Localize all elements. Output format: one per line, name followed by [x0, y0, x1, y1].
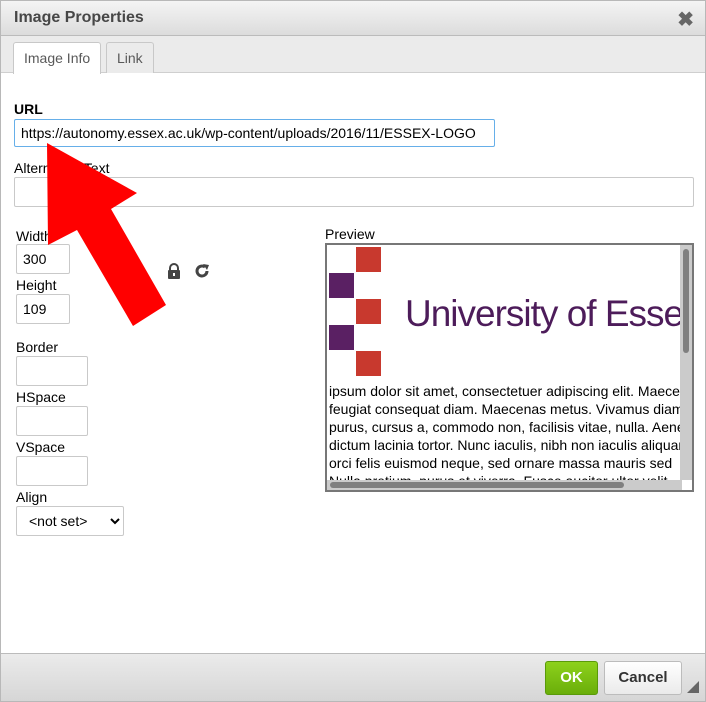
- lock-icon[interactable]: [166, 263, 182, 279]
- preview-line: feugiat consequat diam. Maecenas metus. …: [329, 401, 681, 417]
- close-icon[interactable]: ✖: [677, 7, 694, 32]
- align-select[interactable]: <not set>: [16, 506, 124, 536]
- hspace-label: HSpace: [16, 389, 66, 405]
- url-input[interactable]: [14, 119, 495, 147]
- tab-image-info[interactable]: Image Info: [13, 42, 102, 74]
- cancel-button[interactable]: Cancel: [604, 661, 682, 695]
- width-label: Width: [16, 228, 52, 244]
- alt-text-label: Alternative Text: [14, 160, 110, 176]
- tab-link[interactable]: Link: [106, 42, 154, 73]
- alt-text-input[interactable]: [14, 177, 694, 207]
- border-input[interactable]: [16, 356, 88, 386]
- preview-line: purus, cursus a, commodo non, facilisis …: [329, 419, 681, 435]
- dialog-title: Image Properties: [14, 9, 144, 26]
- hspace-input[interactable]: [16, 406, 88, 436]
- preview-line: Nulla pretium, purus et viverra. Fusce a…: [329, 472, 681, 480]
- preview-line: dictum lacinia tortor. Nunc iaculis, nib…: [329, 437, 681, 453]
- url-label: URL: [14, 101, 43, 117]
- dialog-footer: OK Cancel: [1, 653, 705, 701]
- resize-handle-icon[interactable]: [687, 681, 699, 693]
- width-input[interactable]: [16, 244, 70, 274]
- horizontal-scroll-thumb[interactable]: [330, 482, 624, 488]
- align-label: Align: [16, 489, 48, 505]
- vspace-label: VSpace: [16, 439, 66, 455]
- vertical-scroll-thumb[interactable]: [683, 249, 689, 353]
- preview-horizontal-scrollbar[interactable]: [327, 480, 682, 490]
- height-input[interactable]: [16, 294, 70, 324]
- preview-line: orci felis euismod neque, sed ornare mas…: [329, 455, 673, 471]
- preview-text: ipsum dolor sit amet, consectetuer adipi…: [329, 382, 681, 480]
- tab-bar: Image Info Link: [1, 36, 705, 74]
- preview-line: ipsum dolor sit amet, consectetuer adipi…: [329, 383, 681, 399]
- ok-button[interactable]: OK: [545, 661, 598, 695]
- dialog-titlebar[interactable]: Image Properties ✖: [1, 1, 705, 36]
- image-properties-dialog: Image Properties ✖ Image Info Link URL A…: [0, 0, 706, 702]
- university-logo-image: University of Essex: [329, 247, 681, 376]
- image-preview: University of Essex ipsum dolor sit amet…: [325, 243, 694, 492]
- reset-size-icon[interactable]: [193, 262, 211, 280]
- border-label: Border: [16, 339, 59, 355]
- preview-label: Preview: [325, 226, 375, 242]
- svg-text:University of Essex: University of Essex: [405, 293, 681, 334]
- vspace-input[interactable]: [16, 456, 88, 486]
- height-label: Height: [16, 277, 57, 293]
- preview-vertical-scrollbar[interactable]: [680, 245, 692, 480]
